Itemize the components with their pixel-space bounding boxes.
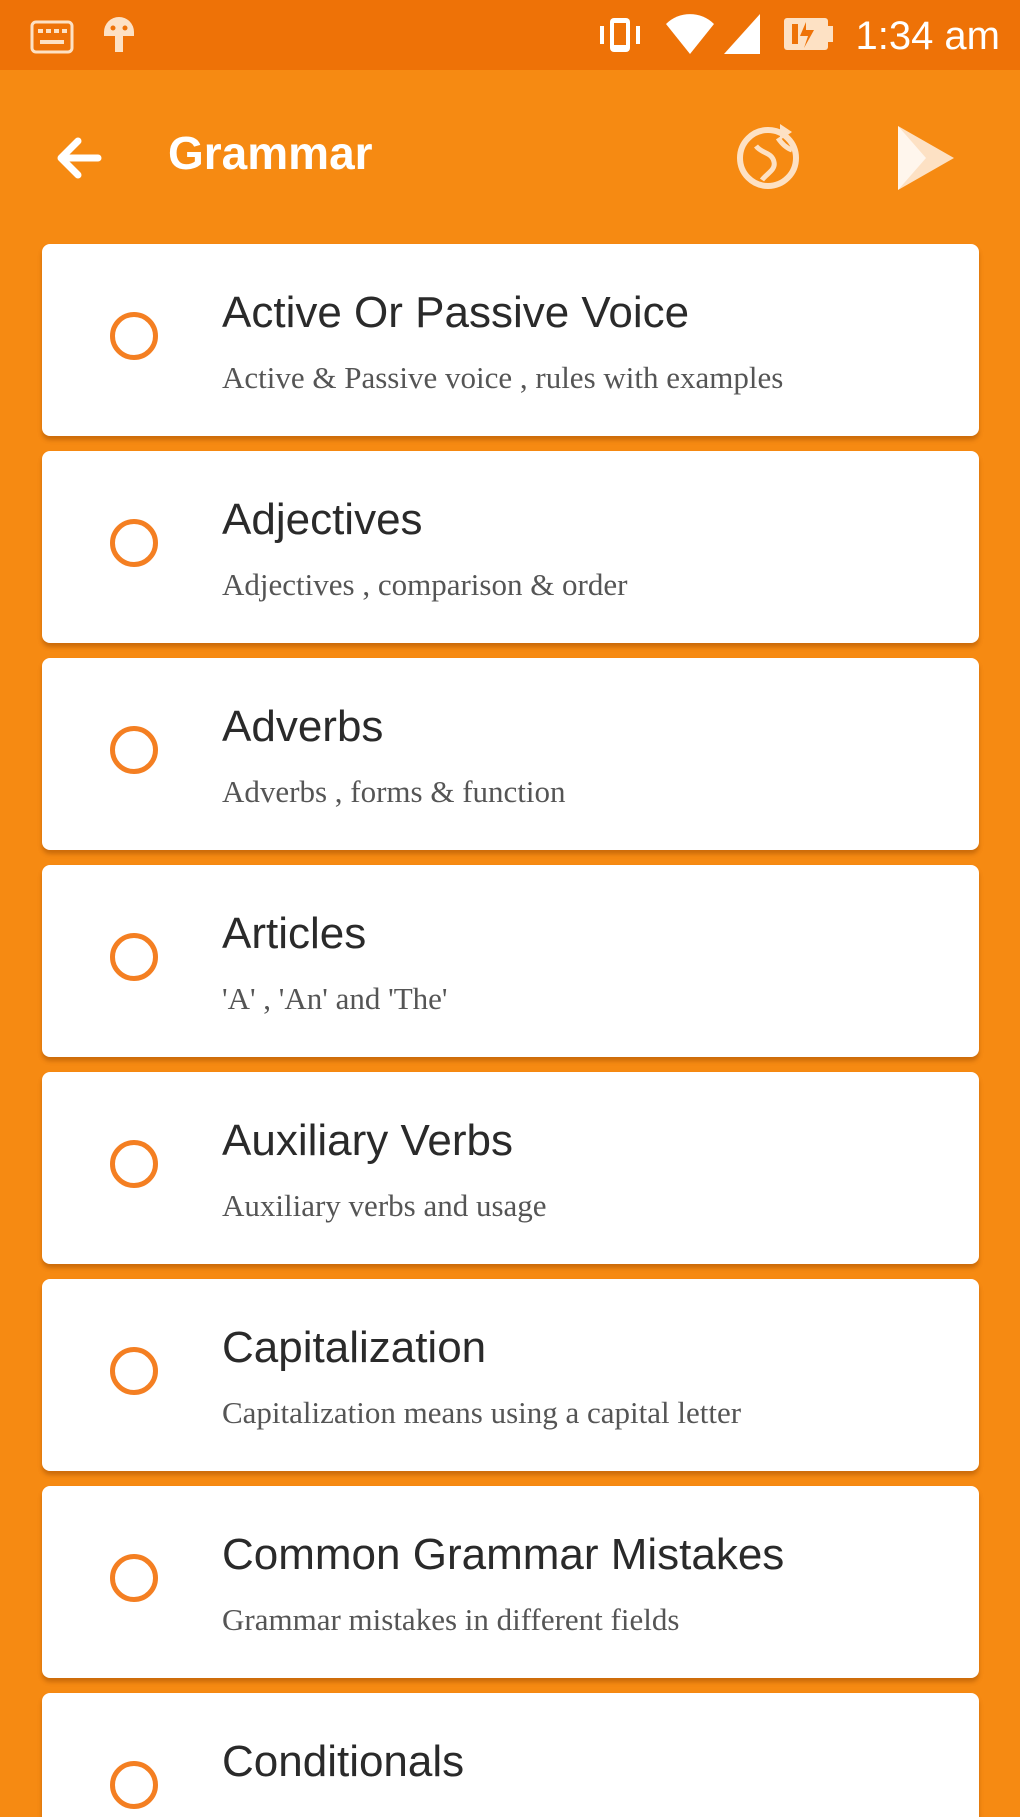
topic-title: Active Or Passive Voice: [222, 288, 690, 337]
radio-button[interactable]: [110, 312, 158, 360]
refresh-globe-icon: [737, 124, 799, 189]
play-button[interactable]: [882, 114, 966, 198]
radio-button[interactable]: [110, 519, 158, 567]
app-bar: Grammar: [0, 70, 1020, 235]
topic-subtitle: Adverbs , forms & function: [222, 774, 566, 809]
cell-signal-icon: [724, 14, 760, 54]
keyboard-icon: [30, 20, 74, 54]
back-button[interactable]: [48, 125, 114, 191]
status-time: 1:34 am: [855, 14, 1000, 58]
topic-subtitle: 'A' , 'An' and 'The': [222, 981, 448, 1016]
list-item[interactable]: Conditionals: [42, 1693, 979, 1817]
topic-title: Conditionals: [222, 1737, 465, 1786]
list-item[interactable]: Auxiliary Verbs Auxiliary verbs and usag…: [42, 1072, 979, 1264]
list-item[interactable]: Common Grammar Mistakes Grammar mistakes…: [42, 1486, 979, 1678]
topic-title: Adjectives: [222, 495, 423, 544]
page-title: Grammar: [168, 127, 373, 179]
battery-icon: [784, 18, 833, 50]
android-debug-icon: [104, 17, 134, 52]
list-item[interactable]: Active Or Passive Voice Active & Passive…: [42, 244, 979, 436]
list-item[interactable]: Articles 'A' , 'An' and 'The': [42, 865, 979, 1057]
radio-button[interactable]: [110, 1140, 158, 1188]
refresh-button[interactable]: [726, 114, 810, 198]
topic-subtitle: Capitalization means using a capital let…: [222, 1395, 742, 1430]
vibrate-icon: [600, 18, 640, 52]
radio-button[interactable]: [110, 1554, 158, 1602]
topic-title: Adverbs: [222, 702, 384, 751]
topic-title: Common Grammar Mistakes: [222, 1530, 785, 1579]
list-item[interactable]: Adverbs Adverbs , forms & function: [42, 658, 979, 850]
list-item[interactable]: Adjectives Adjectives , comparison & ord…: [42, 451, 979, 643]
topic-subtitle: Grammar mistakes in different fields: [222, 1602, 680, 1637]
topic-subtitle: Active & Passive voice , rules with exam…: [222, 360, 784, 395]
radio-button[interactable]: [110, 1347, 158, 1395]
radio-button[interactable]: [110, 933, 158, 981]
topic-subtitle: Auxiliary verbs and usage: [222, 1188, 547, 1223]
list-item[interactable]: Capitalization Capitalization means usin…: [42, 1279, 979, 1471]
topic-title: Auxiliary Verbs: [222, 1116, 514, 1165]
topic-subtitle: Adjectives , comparison & order: [222, 567, 628, 602]
topic-title: Articles: [222, 909, 367, 958]
status-bar: 1:34 am: [0, 0, 1020, 70]
play-icon: [898, 126, 954, 190]
topic-list: Active Or Passive Voice Active & Passive…: [42, 244, 979, 1817]
wifi-icon: [666, 14, 714, 54]
arrow-left-icon: [57, 137, 102, 179]
radio-button[interactable]: [110, 1761, 158, 1809]
topic-title: Capitalization: [222, 1323, 487, 1372]
radio-button[interactable]: [110, 726, 158, 774]
